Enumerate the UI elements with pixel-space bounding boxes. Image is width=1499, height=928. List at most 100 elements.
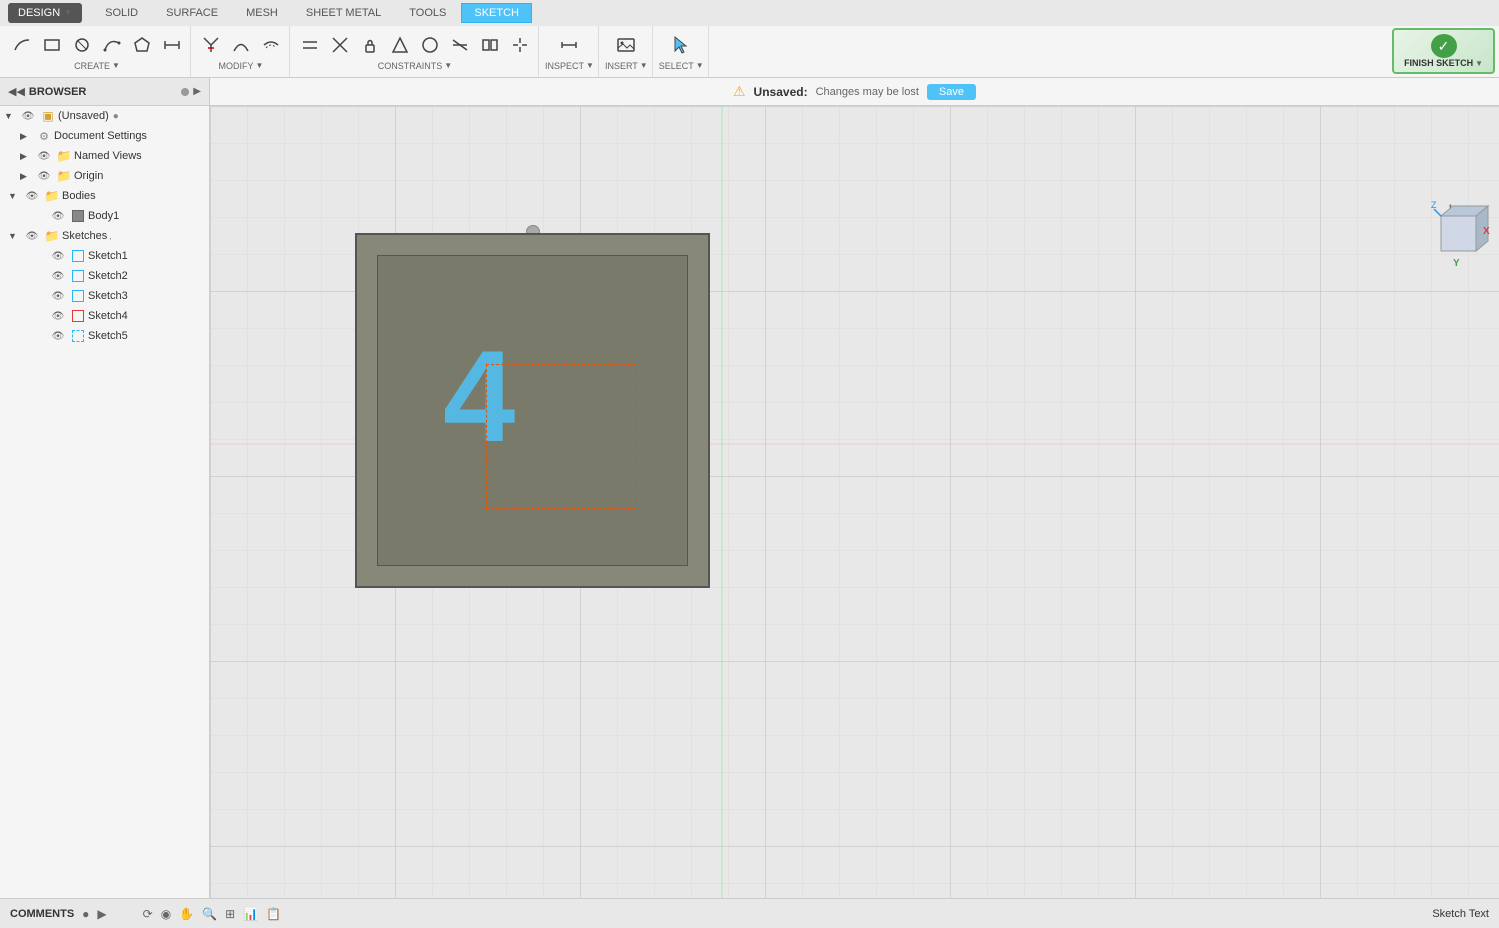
tree-sketch3[interactable]: 👁 Sketch3	[0, 286, 209, 306]
tree-sketch5[interactable]: 👁 Sketch5	[0, 326, 209, 346]
root-label: (Unsaved)	[58, 110, 109, 122]
origin-label: Origin	[74, 170, 103, 182]
bodies-label: Bodies	[62, 190, 96, 202]
rect-tool[interactable]	[38, 31, 66, 59]
tree-sketch2[interactable]: 👁 Sketch2	[0, 266, 209, 286]
sketch3-label: Sketch3	[88, 290, 128, 302]
status-icon-2[interactable]: ◉	[161, 907, 171, 921]
tab-sheet-metal[interactable]: SHEET METAL	[293, 3, 394, 23]
parallel-constraint[interactable]	[296, 31, 324, 59]
comments-dot[interactable]: ●	[82, 907, 89, 921]
doc-settings-gear-icon: ⚙	[36, 128, 52, 144]
status-icon-3[interactable]: ✋	[179, 907, 194, 921]
comments-expand[interactable]: ▶	[97, 907, 106, 921]
perpendicular-constraint[interactable]	[326, 31, 354, 59]
tree-sketch1[interactable]: 👁 Sketch1	[0, 246, 209, 266]
line-tool[interactable]	[8, 31, 36, 59]
save-button[interactable]: Save	[927, 84, 976, 100]
origin-arrow: ▶	[20, 171, 34, 182]
sketches-label: Sketches	[62, 230, 107, 242]
create-dropdown-arrow: ▼	[112, 61, 120, 70]
tree-sketches[interactable]: ▼ 👁 📁 Sketches ,	[0, 226, 209, 246]
sketch-text-label: Sketch Text	[1432, 908, 1489, 920]
constraints-label: CONSTRAINTS	[378, 61, 443, 71]
offset-tool[interactable]	[257, 31, 285, 59]
unsaved-bar: ⚠ Unsaved: Changes may be lost Save	[210, 78, 1499, 106]
orientation-widget[interactable]: top X Y Z	[1431, 196, 1491, 274]
tab-surface[interactable]: SURFACE	[153, 3, 231, 23]
browser-options-dot[interactable]	[181, 88, 189, 96]
lock-constraint[interactable]	[356, 31, 384, 59]
select-tool[interactable]	[667, 31, 695, 59]
unsaved-message: Changes may be lost	[816, 86, 919, 98]
tree-root[interactable]: ▼ 👁 ▣ (Unsaved) ●	[0, 106, 209, 126]
constraints-dropdown-arrow: ▼	[444, 61, 452, 70]
body1-label: Body1	[88, 210, 119, 222]
sketch4-label: Sketch4	[88, 310, 128, 322]
named-views-folder-icon: 📁	[56, 148, 72, 164]
line-tool2[interactable]	[158, 31, 186, 59]
inspect-dropdown-arrow: ▼	[586, 61, 594, 70]
midpoint-constraint[interactable]	[476, 31, 504, 59]
sketch1-eye-icon: 👁	[50, 248, 66, 264]
select-dropdown-arrow: ▼	[696, 61, 704, 70]
tab-mesh[interactable]: MESH	[233, 3, 291, 23]
root-record-icon: ●	[113, 111, 119, 122]
finish-sketch-icon: ✓	[1431, 34, 1457, 58]
status-icon-1[interactable]: ⟳	[143, 907, 153, 921]
browser-collapse-arrow[interactable]: ◀◀	[8, 85, 25, 98]
canvas-area[interactable]: ⚠ Unsaved: Changes may be lost Save	[210, 78, 1499, 898]
select-label: SELECT	[659, 61, 694, 71]
tab-sketch[interactable]: SKETCH	[461, 3, 532, 23]
triangle-constraint[interactable]	[386, 31, 414, 59]
sketch3-eye-icon: 👁	[50, 288, 66, 304]
named-views-arrow: ▶	[20, 151, 34, 162]
sketch2-label: Sketch2	[88, 270, 128, 282]
design-button[interactable]: DESIGN ▼	[8, 3, 82, 23]
finish-sketch-button[interactable]: ✓ FINISH SKETCH ▼	[1392, 28, 1495, 74]
inner-rectangle: 4	[377, 255, 688, 566]
measure-tool[interactable]	[555, 31, 583, 59]
tree-named-views[interactable]: ▶ 👁 📁 Named Views	[0, 146, 209, 166]
tree-body1[interactable]: 👁 Body1	[0, 206, 209, 226]
tree-sketch4[interactable]: 👁 Sketch4	[0, 306, 209, 326]
sketches-eye-icon: 👁	[24, 228, 40, 244]
sketch1-label: Sketch1	[88, 250, 128, 262]
constraints-section: CONSTRAINTS ▼	[292, 26, 539, 77]
browser-header: ◀◀ BROWSER ▶	[0, 78, 209, 106]
finish-sketch-label: FINISH SKETCH	[1404, 58, 1473, 68]
arc-tool[interactable]	[98, 31, 126, 59]
tangent-constraint[interactable]	[446, 31, 474, 59]
circle-constraint[interactable]	[416, 31, 444, 59]
polygon-tool[interactable]	[128, 31, 156, 59]
sketch5-label: Sketch5	[88, 330, 128, 342]
tab-solid[interactable]: SOLID	[92, 3, 151, 23]
sketch1-icon	[70, 248, 86, 264]
browser-expand-arrow[interactable]: ▶	[193, 86, 201, 97]
insert-image-tool[interactable]	[612, 31, 640, 59]
orientation-cube-svg: top X Y Z	[1431, 196, 1491, 271]
tree-document-settings[interactable]: ▶ ⚙ Document Settings	[0, 126, 209, 146]
create-section: CREATE ▼	[4, 26, 191, 77]
insert-section: INSERT ▼	[601, 26, 653, 77]
tab-tools[interactable]: TOOLS	[396, 3, 459, 23]
sketches-comma: ,	[109, 231, 112, 241]
insert-dropdown-arrow: ▼	[640, 61, 648, 70]
status-icon-5[interactable]: ⊞	[225, 907, 235, 921]
trim-tool[interactable]	[197, 31, 225, 59]
circle-tool[interactable]	[68, 31, 96, 59]
point-constraint[interactable]	[506, 31, 534, 59]
design-label: DESIGN	[18, 7, 60, 19]
inspect-section: INSPECT ▼	[541, 26, 599, 77]
tree-origin[interactable]: ▶ 👁 📁 Origin	[0, 166, 209, 186]
status-icon-6[interactable]: 📊	[243, 907, 258, 921]
status-icon-4[interactable]: 🔍	[202, 907, 217, 921]
inspect-label: INSPECT	[545, 61, 584, 71]
extend-tool[interactable]	[227, 31, 255, 59]
origin-folder-icon: 📁	[56, 168, 72, 184]
tree-bodies[interactable]: ▼ 👁 📁 Bodies	[0, 186, 209, 206]
status-icon-7[interactable]: 📋	[266, 907, 281, 921]
named-views-label: Named Views	[74, 150, 142, 162]
svg-text:X: X	[1483, 226, 1490, 237]
finish-sketch-dropdown-arrow: ▼	[1475, 59, 1483, 68]
